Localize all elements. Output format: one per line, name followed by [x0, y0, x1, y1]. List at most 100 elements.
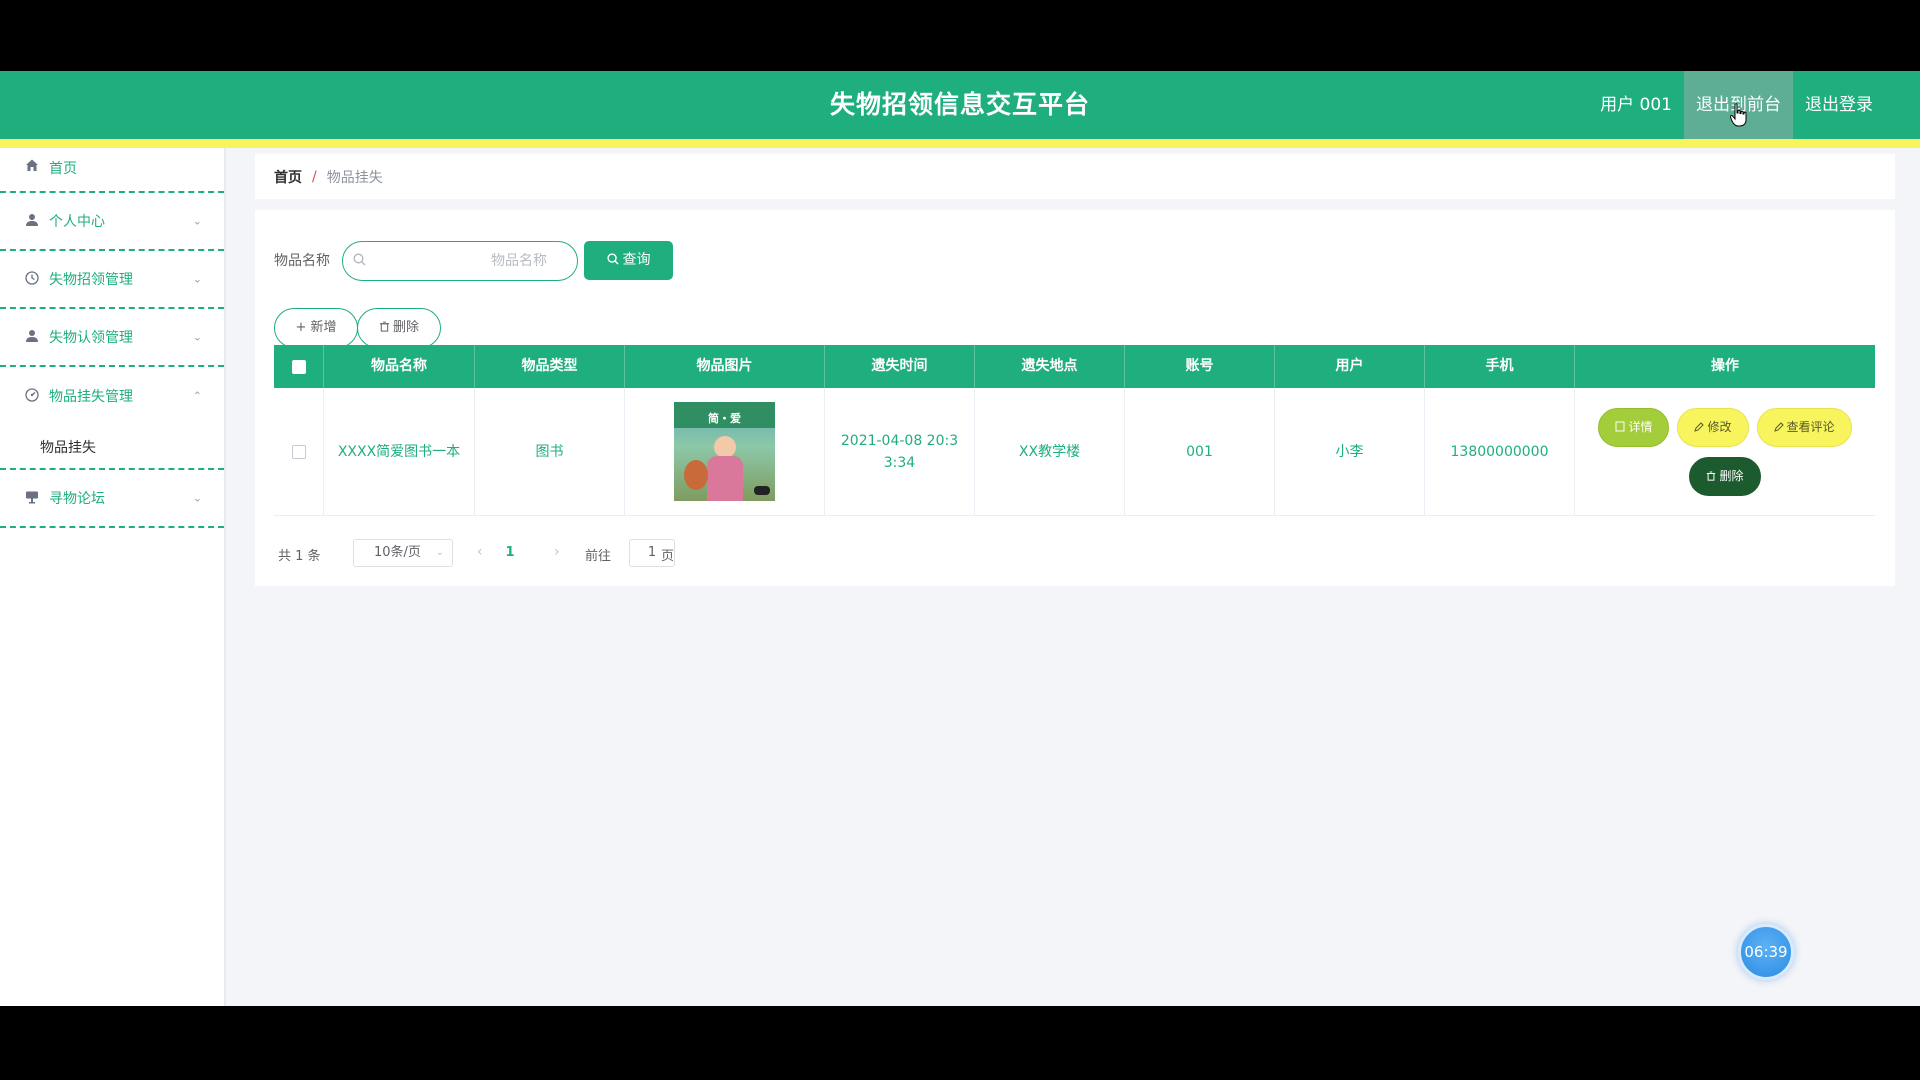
pagination: 共 1 条 10条/页 ⌄ ‹ 1 › 前往 1 [274, 539, 675, 567]
page-size-value: 10条/页 [374, 545, 421, 560]
user-icon [24, 329, 40, 345]
main-panel: 物品名称 物品名称 查询 + 新增 删除 物品名称 物品类型 物品图片 遗失时间… [255, 210, 1895, 586]
sidebar-item-label: 失物招领管理 [49, 272, 133, 288]
chevron-down-icon: ⌄ [435, 547, 444, 558]
breadcrumb: 首页 / 物品挂失 [255, 154, 1895, 199]
item-type: 图书 [475, 388, 625, 515]
view-comments-button[interactable]: 查看评论 [1756, 407, 1852, 447]
search-icon [606, 253, 619, 265]
table-header: 物品名称 物品类型 物品图片 遗失时间 遗失地点 账号 用户 手机 操作 [274, 345, 1875, 388]
row-actions: 详情 修改 查看评论 删除 [1575, 388, 1875, 515]
column-header: 遗失时间 [825, 345, 975, 388]
sidebar-item-report-loss[interactable]: 物品挂失管理 ⌃ [0, 367, 224, 425]
phone: 13800000000 [1425, 388, 1575, 515]
search-label: 物品名称 [274, 253, 330, 269]
pencil-icon [1773, 421, 1784, 432]
batch-delete-button[interactable]: 删除 [357, 308, 441, 348]
trash-icon [379, 321, 390, 332]
column-header: 手机 [1425, 345, 1575, 388]
select-all-checkbox[interactable] [291, 359, 306, 374]
clock-icon [24, 271, 40, 287]
table-row: XXXX简爱图书一本 图书 简・爱 2021-04-08 20:33:34 XX… [274, 388, 1875, 516]
breadcrumb-home[interactable]: 首页 [274, 167, 302, 187]
sidebar-item-personal-center[interactable]: 个人中心 ⌄ [0, 193, 224, 251]
query-button-label: 查询 [622, 252, 651, 268]
logout-button[interactable]: 退出登录 [1793, 71, 1885, 139]
column-header: 账号 [1125, 345, 1275, 388]
gauge-icon [24, 388, 40, 404]
sidebar-item-label: 首页 [49, 161, 77, 177]
item-image-cell: 简・爱 [625, 388, 825, 515]
user-label: 用户 001 [1600, 95, 1672, 115]
column-header: 物品类型 [475, 345, 625, 388]
sidebar-item-label: 个人中心 [49, 214, 105, 230]
row-actions-group: 详情 修改 查看评论 删除 [1580, 407, 1870, 496]
user-icon [24, 213, 40, 229]
user-name: 小李 [1275, 388, 1425, 515]
detail-button[interactable]: 详情 [1598, 407, 1670, 447]
sidebar-item-home[interactable]: 首页 [0, 148, 224, 193]
item-image[interactable]: 简・爱 [674, 402, 775, 501]
breadcrumb-separator: / [312, 168, 317, 185]
next-page-icon[interactable]: › [554, 544, 560, 560]
search-placeholder: 物品名称 [491, 253, 547, 269]
account: 001 [1125, 388, 1275, 515]
top-header: 失物招领信息交互平台 用户 001 退出到前台 退出登录 [0, 71, 1920, 139]
detail-label: 详情 [1628, 419, 1653, 434]
lost-time: 2021-04-08 20:33:34 [825, 388, 975, 515]
column-header: 遗失地点 [975, 345, 1125, 388]
row-select-cell[interactable] [274, 388, 324, 515]
hand-cursor-icon [1730, 103, 1747, 127]
sidebar-item-label: 失物认领管理 [49, 330, 133, 346]
total-count: 共 1 条 [278, 549, 321, 564]
select-all-cell[interactable] [274, 345, 324, 388]
delete-label: 删除 [1719, 468, 1744, 483]
add-button-label: + 新增 [295, 320, 337, 335]
breadcrumb-current: 物品挂失 [326, 169, 383, 186]
chevron-down-icon: ⌄ [192, 330, 202, 344]
sidebar-item-lost-found[interactable]: 失物招领管理 ⌄ [0, 251, 224, 309]
sidebar: 首页 个人中心 ⌄ 失物招领管理 ⌄ 失物认领管理 ⌄ 物品挂失管理 ⌃ 物品挂… [0, 148, 226, 1006]
view-comments-label: 查看评论 [1786, 419, 1835, 434]
search-icon [353, 253, 366, 270]
item-name: XXXX简爱图书一本 [324, 388, 475, 515]
edit-label: 修改 [1707, 419, 1732, 434]
prev-page-icon[interactable]: ‹ [477, 544, 483, 560]
page-suffix: 页 [661, 549, 675, 564]
lost-time-text: 2021-04-08 20:33:34 [840, 432, 959, 471]
search-input[interactable]: 物品名称 [342, 241, 578, 281]
column-header: 物品图片 [625, 345, 825, 388]
chevron-down-icon: ⌄ [192, 214, 202, 228]
book-figure-head [714, 436, 736, 458]
book-tree [684, 460, 708, 490]
sidebar-item-label: 物品挂失管理 [49, 389, 133, 405]
query-button[interactable]: 查询 [584, 241, 673, 280]
book-cover-title: 简・爱 [708, 412, 741, 425]
sidebar-item-forum[interactable]: 寻物论坛 ⌄ [0, 470, 224, 528]
trash-icon [1707, 471, 1716, 481]
sidebar-item-claim[interactable]: 失物认领管理 ⌄ [0, 309, 224, 367]
home-icon [24, 158, 40, 174]
delete-button[interactable]: 删除 [1689, 456, 1761, 496]
page-size-select[interactable]: 10条/页 ⌄ [353, 539, 453, 567]
pencil-icon [1694, 421, 1705, 432]
sidebar-item-label: 寻物论坛 [49, 491, 105, 507]
book-badge [754, 486, 770, 495]
chevron-up-icon: ⌃ [192, 389, 202, 403]
goto-label: 前往 [585, 549, 612, 564]
column-header: 物品名称 [324, 345, 475, 388]
lost-items-table: 物品名称 物品类型 物品图片 遗失时间 遗失地点 账号 用户 手机 操作 XXX… [274, 345, 1875, 516]
current-page[interactable]: 1 [498, 545, 522, 560]
timer-badge[interactable]: 06:39 [1738, 924, 1794, 980]
book-figure-dress [707, 456, 743, 501]
chevron-down-icon: ⌄ [192, 491, 202, 505]
row-checkbox[interactable] [291, 444, 306, 459]
document-icon [1615, 421, 1625, 431]
add-button[interactable]: + 新增 [274, 308, 358, 348]
sidebar-subitem-report-loss[interactable]: 物品挂失 [0, 425, 224, 470]
lost-place: XX教学楼 [975, 388, 1125, 515]
chevron-down-icon: ⌄ [192, 272, 202, 286]
edit-button[interactable]: 修改 [1677, 407, 1749, 447]
column-header: 用户 [1275, 345, 1425, 388]
batch-delete-label: 删除 [392, 320, 419, 335]
